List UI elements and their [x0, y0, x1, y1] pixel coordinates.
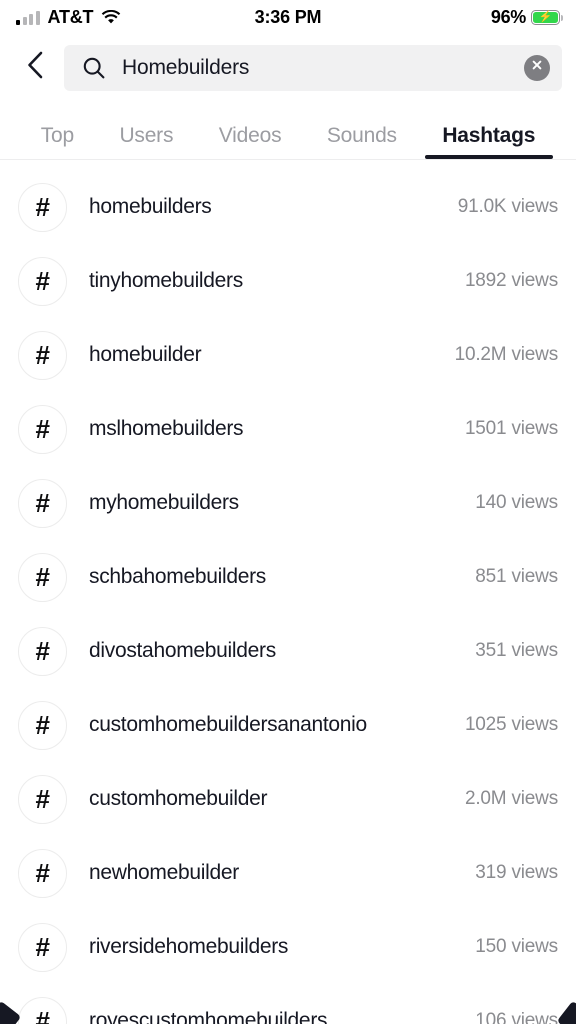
hashtag-name: customhomebuildersanantonio: [89, 713, 367, 736]
tab-label: Videos: [218, 124, 282, 147]
hashtag-icon: #: [18, 330, 67, 380]
tab-hashtags[interactable]: Hashtags: [420, 124, 558, 159]
hashtag-name: homebuilder: [89, 343, 202, 366]
hashtag-name: riversidehomebuilders: [89, 935, 289, 958]
app-screen: AT&T 3:36 PM 96% ⚡ Homebuilders Top User…: [0, 0, 576, 1024]
hashtag-view-count: 851 views: [475, 566, 558, 587]
battery-percent-label: 96%: [490, 7, 526, 27]
hashtag-view-count: 91.0K views: [457, 196, 558, 217]
hashtag-name: divostahomebuilders: [89, 639, 276, 662]
hashtag-icon: #: [18, 848, 67, 898]
hashtag-view-count: 10.2M views: [454, 344, 559, 365]
hashtag-icon: #: [18, 478, 67, 528]
back-chevron-icon: [23, 50, 47, 85]
hashtag-icon: #: [18, 404, 67, 454]
hashtag-icon: #: [18, 922, 67, 972]
hashtag-glyph: #: [35, 1006, 50, 1024]
hashtag-icon: #: [18, 774, 67, 824]
hashtag-view-count: 2.0M views: [464, 788, 558, 809]
hashtag-icon: #: [18, 626, 67, 676]
hashtag-name: homebuilders: [89, 195, 212, 218]
hashtag-name: tinyhomebuilders: [89, 269, 243, 292]
search-header: Homebuilders: [0, 35, 576, 100]
hashtag-name: mslhomebuilders: [89, 417, 244, 440]
hashtag-icon: #: [18, 256, 67, 306]
hashtag-view-count: 1025 views: [464, 714, 558, 735]
search-input[interactable]: Homebuilders: [64, 44, 562, 91]
search-icon: [82, 56, 106, 80]
hashtag-result-row[interactable]: # newhomebuilder 319 views: [0, 836, 576, 910]
tab-label: Hashtags: [442, 124, 536, 147]
hashtag-result-row[interactable]: # riversidehomebuilders 150 views: [0, 910, 576, 984]
back-button[interactable]: [18, 48, 52, 88]
hashtag-glyph: #: [35, 340, 50, 370]
hashtag-icon: #: [18, 700, 67, 750]
hashtag-name: myhomebuilders: [89, 491, 239, 514]
hashtag-result-row[interactable]: # divostahomebuilders 351 views: [0, 614, 576, 688]
hashtag-glyph: #: [35, 192, 50, 222]
hashtag-view-count: 150 views: [475, 936, 558, 957]
hashtag-view-count: 140 views: [475, 492, 558, 513]
hashtag-results-list[interactable]: # homebuilders 91.0K views # tinyhomebuilder…: [0, 160, 576, 1024]
hashtag-glyph: #: [35, 784, 50, 814]
tab-users[interactable]: Users: [97, 124, 196, 159]
status-bar-right: 96% ⚡: [490, 7, 563, 28]
tab-videos[interactable]: Videos: [196, 124, 304, 159]
hashtag-view-count: 319 views: [475, 862, 558, 883]
hashtag-view-count: 1501 views: [464, 418, 558, 439]
hashtag-icon: #: [18, 552, 67, 602]
hashtag-result-row[interactable]: # myhomebuilders 140 views: [0, 466, 576, 540]
clock-label: 3:36 PM: [254, 7, 322, 27]
hashtag-result-row[interactable]: # customhomebuildersanantonio 1025 views: [0, 688, 576, 762]
tab-label: Users: [119, 124, 174, 147]
hashtag-glyph: #: [35, 858, 50, 888]
hashtag-result-row[interactable]: # homebuilders 91.0K views: [0, 170, 576, 244]
hashtag-name: schbahomebuilders: [89, 565, 267, 588]
hashtag-glyph: #: [35, 636, 50, 666]
close-circle-icon: [530, 58, 544, 77]
tab-label: Top: [40, 124, 74, 147]
tab-top[interactable]: Top: [18, 124, 97, 159]
hashtag-glyph: #: [35, 710, 50, 740]
hashtag-view-count: 351 views: [475, 640, 558, 661]
tab-label: Sounds: [326, 124, 397, 147]
hashtag-result-row[interactable]: # mslhomebuilders 1501 views: [0, 392, 576, 466]
hashtag-icon: #: [18, 996, 67, 1024]
tab-sounds[interactable]: Sounds: [304, 124, 419, 159]
status-bar: AT&T 3:36 PM 96% ⚡: [0, 0, 576, 35]
hashtag-result-row[interactable]: # schbahomebuilders 851 views: [0, 540, 576, 614]
hashtag-icon: #: [18, 182, 67, 232]
clear-search-button[interactable]: [524, 54, 550, 81]
hashtag-name: customhomebuilder: [89, 787, 268, 810]
hashtag-glyph: #: [35, 932, 50, 962]
hashtag-result-row[interactable]: # homebuilder 10.2M views: [0, 318, 576, 392]
hashtag-result-row[interactable]: # royescustomhomebuilders 106 views: [0, 984, 576, 1024]
hashtag-glyph: #: [35, 562, 50, 592]
hashtag-glyph: #: [35, 266, 50, 296]
hashtag-name: newhomebuilder: [89, 861, 239, 884]
hashtag-view-count: 1892 views: [464, 270, 558, 291]
hashtag-view-count: 106 views: [475, 1010, 558, 1024]
search-result-tabs: Top Users Videos Sounds Hashtags: [0, 100, 576, 160]
hashtag-glyph: #: [35, 414, 50, 444]
hashtag-glyph: #: [35, 488, 50, 518]
hashtag-result-row[interactable]: # tinyhomebuilders 1892 views: [0, 244, 576, 318]
hashtag-result-row[interactable]: # customhomebuilder 2.0M views: [0, 762, 576, 836]
search-input-value: Homebuilders: [122, 55, 250, 79]
hashtag-name: royescustomhomebuilders: [89, 1009, 328, 1024]
battery-charging-icon: ⚡: [531, 10, 563, 25]
